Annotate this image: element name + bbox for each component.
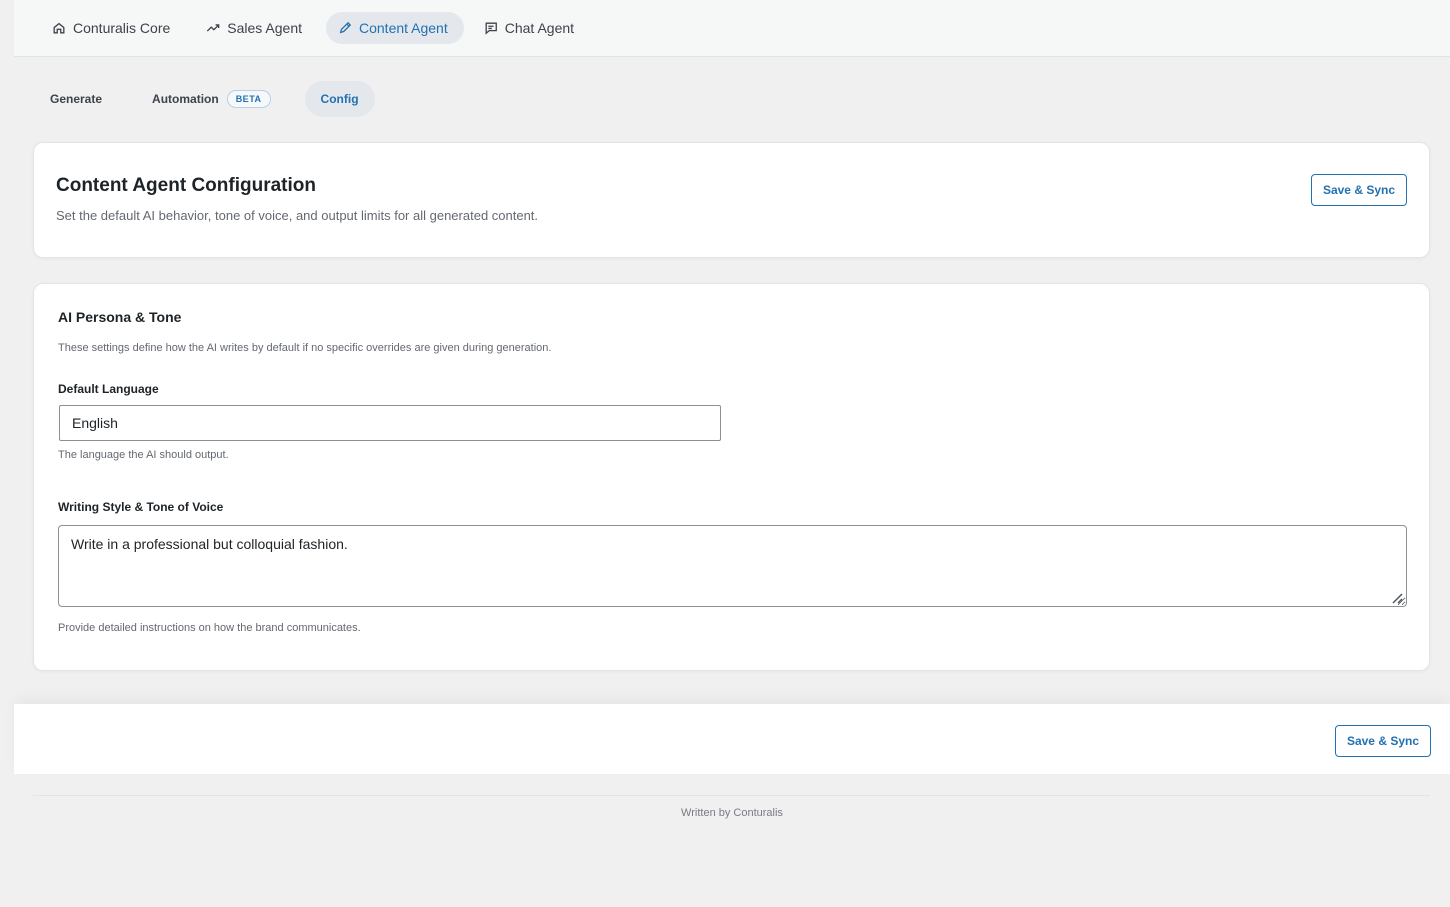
default-language-label: Default Language (58, 382, 159, 396)
writing-style-help: Provide detailed instructions on how the… (58, 622, 361, 634)
persona-settings-card: AI Persona & Tone These settings define … (33, 283, 1430, 671)
sub-navigation: Generate Automation BETA Config (34, 80, 375, 118)
tab-chat-agent[interactable]: Chat Agent (472, 12, 590, 44)
writing-style-textarea[interactable]: Write in a professional but colloquial f… (58, 525, 1407, 607)
subtab-automation[interactable]: Automation BETA (136, 81, 287, 117)
section-title: AI Persona & Tone (58, 309, 182, 325)
writing-style-label: Writing Style & Tone of Voice (58, 500, 224, 514)
pencil-icon (339, 21, 352, 34)
subtab-label: Config (320, 92, 359, 106)
tab-label: Sales Agent (227, 20, 302, 36)
tab-label: Content Agent (359, 20, 448, 36)
chat-icon (485, 22, 497, 35)
tab-label: Chat Agent (504, 20, 575, 36)
sticky-footer-bar: Save & Sync (14, 704, 1450, 774)
footer-credit: Written by Conturalis (681, 807, 783, 819)
section-description: These settings define how the AI writes … (58, 342, 552, 354)
page-title: Content Agent Configuration (56, 175, 316, 196)
subtab-config[interactable]: Config (304, 81, 375, 117)
resize-handle-icon[interactable] (1389, 590, 1403, 604)
tab-content-agent[interactable]: Content Agent (326, 12, 464, 44)
default-language-input[interactable] (59, 405, 721, 441)
save-sync-button-top[interactable]: Save & Sync (1310, 174, 1407, 206)
beta-badge: BETA (226, 90, 271, 108)
page-description: Set the default AI behavior, tone of voi… (56, 208, 539, 223)
home-icon (53, 22, 65, 34)
tab-conturalis-core[interactable]: Conturalis Core (40, 12, 186, 44)
default-language-help: The language the AI should output. (58, 449, 229, 461)
tab-label: Conturalis Core (73, 20, 171, 36)
footer-divider (33, 795, 1430, 796)
config-header-card: Content Agent Configuration Set the defa… (33, 142, 1430, 258)
subtab-generate[interactable]: Generate (34, 81, 118, 117)
save-sync-button-bottom[interactable]: Save & Sync (1334, 725, 1431, 757)
trend-icon (207, 24, 220, 32)
subtab-label: Generate (50, 92, 103, 106)
tab-sales-agent[interactable]: Sales Agent (194, 12, 318, 44)
subtab-label: Automation (152, 92, 219, 106)
top-navigation: Conturalis Core Sales Agent Content Agen… (14, 0, 1450, 57)
